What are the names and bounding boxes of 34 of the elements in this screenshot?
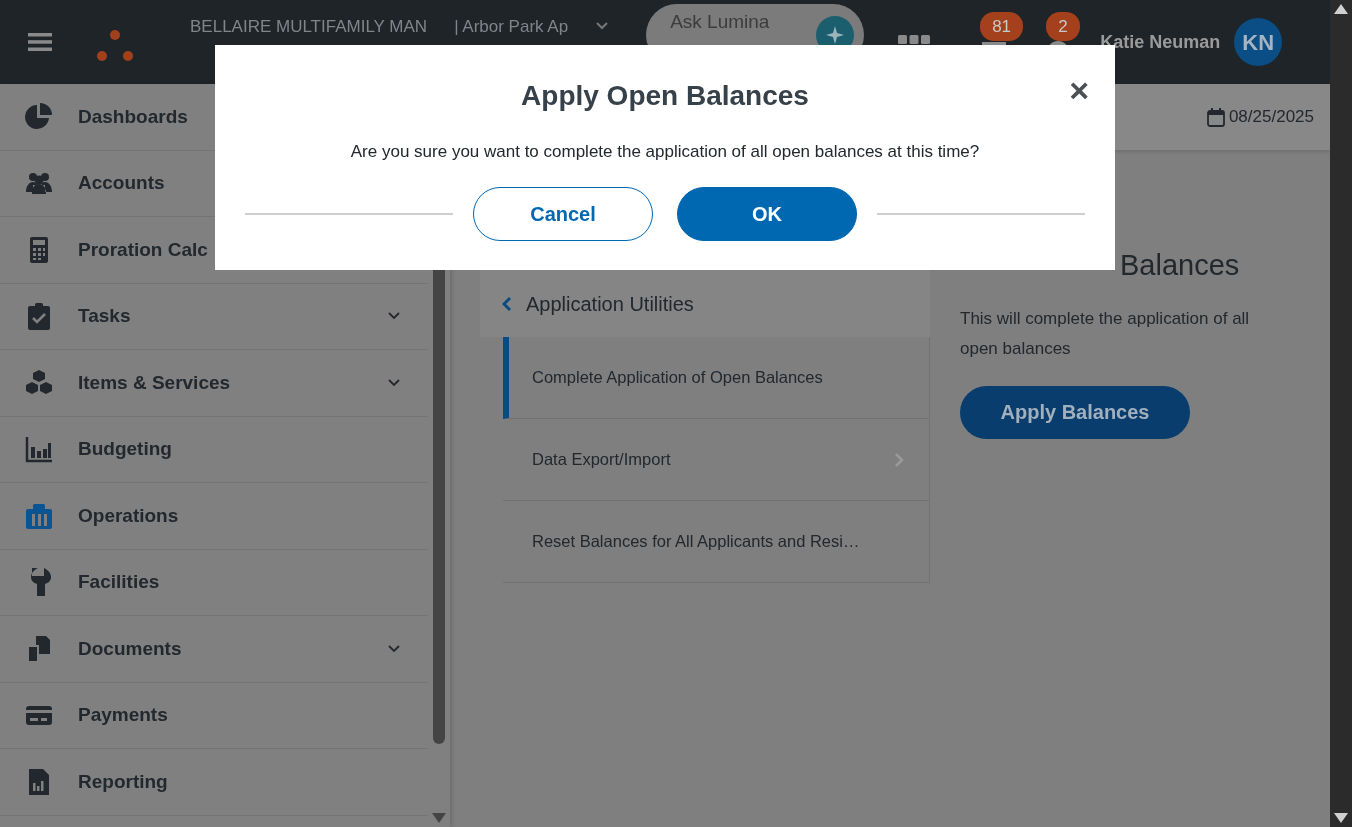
description-text: This will complete the application of all open balances xyxy=(960,307,1251,360)
close-button[interactable]: × xyxy=(1069,73,1089,107)
sidebar-item[interactable]: Facilities xyxy=(0,549,428,616)
organization-name[interactable]: BELLAIRE MULTIFAMILY MAN xyxy=(190,14,428,40)
cancel-button[interactable]: Cancel xyxy=(473,186,653,241)
sidebar-item[interactable]: Items & Services xyxy=(0,350,428,417)
dialog-title: Apply Open Balances xyxy=(521,79,809,113)
sidebar-item[interactable]: Reporting xyxy=(0,749,428,816)
pie-chart-icon xyxy=(24,101,54,132)
sidebar-item[interactable]: Tasks xyxy=(0,283,428,350)
chevron-down-icon[interactable] xyxy=(596,22,609,30)
notification-badge: 81 xyxy=(980,11,1024,42)
property-name[interactable]: | Arbor Park Ap xyxy=(454,14,569,40)
notification-badge: 2 xyxy=(1046,11,1080,42)
menu-icon[interactable] xyxy=(28,32,52,52)
sidebar-item[interactable]: Budgeting xyxy=(0,416,428,483)
scroll-down-icon[interactable] xyxy=(1334,813,1348,823)
page-heading: Balances xyxy=(1120,248,1241,283)
back-chevron-icon[interactable] xyxy=(502,295,512,312)
calendar-icon[interactable] xyxy=(1206,107,1225,127)
scroll-up-icon[interactable] xyxy=(1334,4,1348,14)
sidebar-item[interactable]: Payments xyxy=(0,682,428,749)
user-avatar[interactable]: KN xyxy=(1234,18,1283,66)
ok-button[interactable]: OK xyxy=(677,186,857,241)
utility-item[interactable]: Complete Application of Open Balances xyxy=(503,337,930,419)
utility-item[interactable]: Data Export/Import xyxy=(503,419,930,501)
bar-chart-icon xyxy=(24,434,54,465)
apply-button[interactable]: Apply Balances xyxy=(960,385,1190,439)
sidebar-item[interactable]: Operations xyxy=(0,483,428,550)
panel-title: Application Utilities xyxy=(526,291,694,317)
date-text: 08/25/2025 xyxy=(1228,106,1314,129)
utility-item[interactable]: Reset Balances for All Applicants and Resi… xyxy=(503,501,930,583)
logo-icon[interactable] xyxy=(96,29,134,63)
sidebar-item[interactable]: Documents xyxy=(0,616,428,683)
